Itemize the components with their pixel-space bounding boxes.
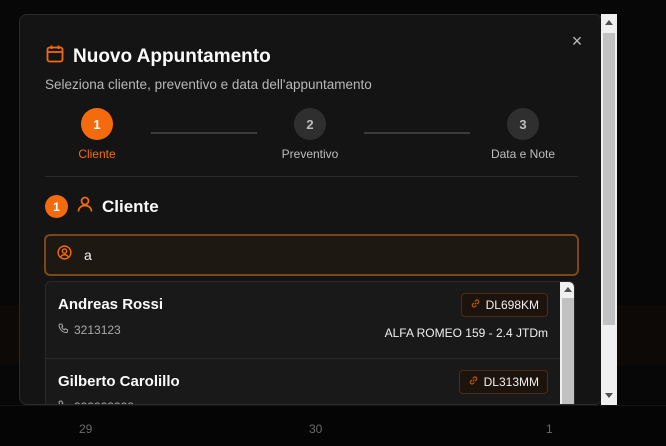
- link-icon: [470, 298, 481, 312]
- client-search-input[interactable]: [84, 247, 544, 263]
- client-result-item[interactable]: Gilberto Carolillo 333333333 DL: [46, 358, 560, 404]
- user-icon: [76, 195, 94, 218]
- client-search-box[interactable]: [44, 234, 579, 276]
- calendar-icon: [45, 44, 65, 69]
- vehicle-model: tesla: [523, 403, 548, 404]
- client-phone: 333333333: [58, 400, 134, 404]
- client-name: Gilberto Carolillo: [58, 373, 180, 390]
- vehicle-plate-badge: DL313MM: [458, 370, 548, 394]
- scroll-down-arrow-icon[interactable]: [605, 393, 613, 398]
- scroll-up-arrow-icon[interactable]: [605, 20, 613, 25]
- close-icon[interactable]: ×: [569, 31, 585, 52]
- plate-text: DL698KM: [485, 298, 539, 312]
- calendar-day[interactable]: 1: [546, 422, 553, 436]
- client-section-header: 1 Cliente: [45, 195, 159, 218]
- calendar-day[interactable]: 29: [79, 422, 92, 436]
- section-title: Cliente: [102, 196, 159, 216]
- step-2-circle[interactable]: 2: [294, 108, 326, 140]
- step-3-label: Data e Note: [490, 147, 556, 161]
- client-name: Andreas Rossi: [58, 296, 164, 313]
- step-3-circle[interactable]: 3: [507, 108, 539, 140]
- modal-title: Nuovo Appuntamento: [73, 45, 271, 67]
- client-result-item[interactable]: Andreas Rossi 3213123 DL698KM ALFA ROMEO…: [46, 282, 560, 358]
- phone-icon: [58, 323, 69, 337]
- modal-subtitle: Seleziona cliente, preventivo e data del…: [45, 77, 372, 92]
- vehicle-model: ALFA ROMEO 159 - 2.4 JTDm: [384, 326, 548, 340]
- link-icon: [468, 375, 479, 389]
- step-1-circle[interactable]: 1: [81, 108, 113, 140]
- modal-scrollbar-thumb[interactable]: [603, 33, 615, 325]
- calendar-day[interactable]: 30: [309, 422, 322, 436]
- background-calendar-row: 29 30 1: [0, 405, 666, 446]
- section-number-badge: 1: [45, 195, 68, 218]
- plate-text: DL313MM: [483, 375, 539, 389]
- appointment-modal: Nuovo Appuntamento Seleziona cliente, pr…: [19, 14, 603, 405]
- scroll-up-arrow-icon[interactable]: [564, 287, 572, 292]
- phone-number: 333333333: [74, 400, 134, 404]
- step-connector: [151, 132, 257, 134]
- user-circle-icon: [57, 245, 72, 265]
- modal-header: Nuovo Appuntamento: [45, 44, 271, 69]
- vehicle-plate-badge: DL698KM: [460, 293, 548, 317]
- phone-number: 3213123: [74, 323, 121, 337]
- step-1-label: Cliente: [78, 147, 116, 161]
- client-results-dropdown: Andreas Rossi 3213123 DL698KM ALFA ROMEO…: [45, 281, 575, 404]
- phone-icon: [58, 400, 69, 404]
- dropdown-scrollbar-thumb[interactable]: [562, 298, 574, 404]
- divider: [45, 176, 578, 177]
- step-connector: [364, 132, 470, 134]
- step-2-label: Preventivo: [281, 147, 339, 161]
- client-phone: 3213123: [58, 323, 121, 337]
